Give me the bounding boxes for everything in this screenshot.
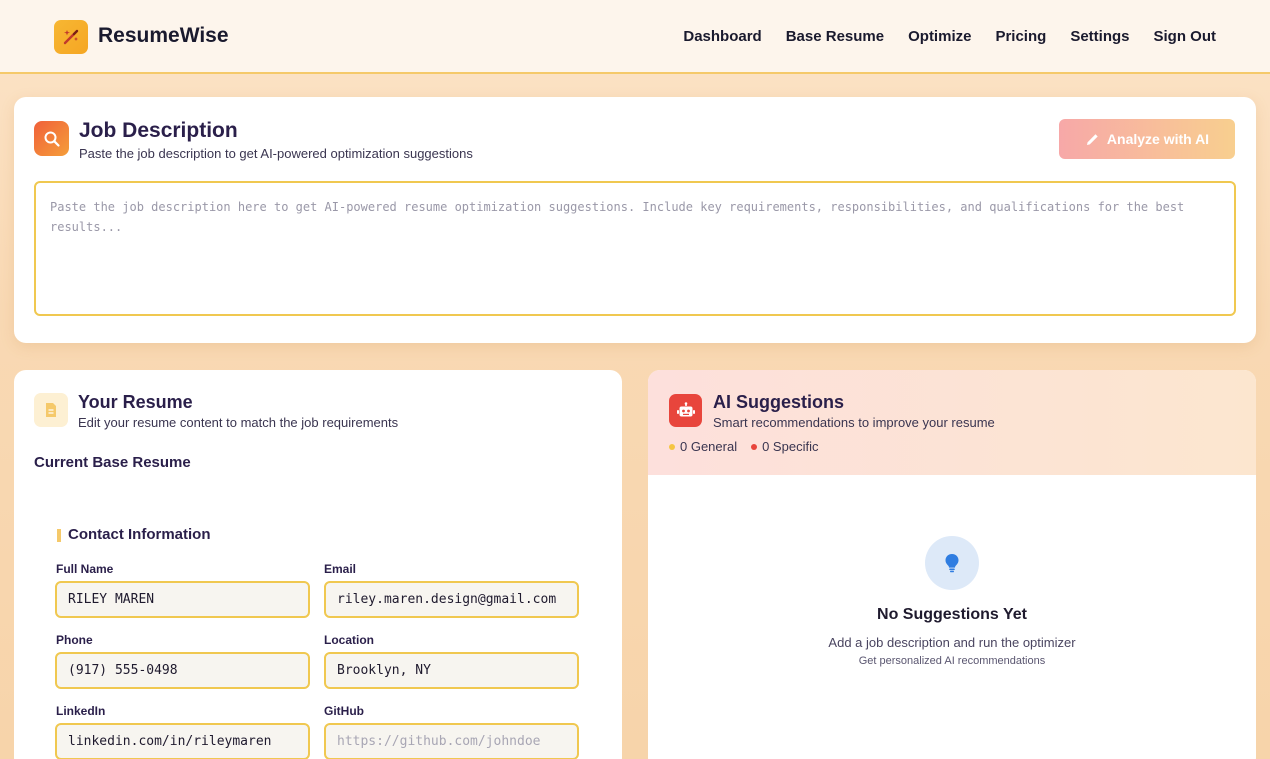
document-icon <box>34 393 68 427</box>
general-count: 0 General <box>669 439 737 454</box>
phone-input[interactable] <box>55 652 310 689</box>
lightbulb-icon <box>925 536 979 590</box>
suggestion-counts: 0 General 0 Specific <box>669 439 818 454</box>
top-header: ResumeWise Dashboard Base Resume Optimiz… <box>0 0 1270 74</box>
email-label: Email <box>324 562 357 576</box>
job-description-title: Job Description <box>79 119 238 142</box>
general-dot <box>669 443 675 450</box>
github-input[interactable] <box>324 723 579 759</box>
nav-base-resume[interactable]: Base Resume <box>786 28 884 45</box>
github-label: GitHub <box>324 704 364 718</box>
ai-suggestions-title: AI Suggestions <box>713 392 845 412</box>
nav-dashboard[interactable]: Dashboard <box>683 28 761 45</box>
analyze-button-label: Analyze with AI <box>1106 131 1210 147</box>
email-input[interactable] <box>324 581 579 618</box>
search-icon <box>34 121 69 156</box>
your-resume-card: Your Resume Edit your resume content to … <box>14 370 622 759</box>
full-name-label: Full Name <box>56 562 114 576</box>
general-count-label: 0 General <box>680 439 738 454</box>
no-suggestions-note: Get personalized AI recommendations <box>858 655 1046 667</box>
job-description-input[interactable] <box>34 181 1236 316</box>
contact-information-heading: Contact Information <box>68 526 211 543</box>
your-resume-subtitle: Edit your resume content to match the jo… <box>78 415 399 430</box>
ai-suggestions-card: AI Suggestions Smart recommendations to … <box>648 370 1256 759</box>
brand-name[interactable]: ResumeWise <box>98 24 229 48</box>
specific-count: 0 Specific <box>751 439 818 454</box>
ai-suggestions-subtitle: Smart recommendations to improve your re… <box>713 415 995 430</box>
magic-wand-icon[interactable] <box>54 20 88 54</box>
no-suggestions-title: No Suggestions Yet <box>877 606 1027 623</box>
nav-sign-out[interactable]: Sign Out <box>1154 28 1217 45</box>
ai-suggestions-header: AI Suggestions Smart recommendations to … <box>648 370 1256 475</box>
specific-dot <box>751 443 758 450</box>
full-name-input[interactable] <box>55 581 310 618</box>
linkedin-label: LinkedIn <box>56 704 106 718</box>
analyze-with-ai-button[interactable]: Analyze with AI <box>1059 119 1235 159</box>
location-input[interactable] <box>324 652 579 689</box>
nav-pricing[interactable]: Pricing <box>995 28 1046 45</box>
job-description-subtitle: Paste the job description to get AI-powe… <box>79 146 473 161</box>
specific-count-label: 0 Specific <box>762 439 819 454</box>
your-resume-title: Your Resume <box>78 392 193 412</box>
main-nav: Dashboard Base Resume Optimize Pricing S… <box>683 28 1216 45</box>
pencil-icon <box>1086 133 1098 145</box>
nav-optimize[interactable]: Optimize <box>908 28 971 45</box>
robot-icon <box>669 394 702 427</box>
job-description-card: Job Description Paste the job descriptio… <box>14 97 1256 343</box>
phone-label: Phone <box>56 633 93 647</box>
nav-settings[interactable]: Settings <box>1070 28 1129 45</box>
current-base-resume-heading: Current Base Resume <box>34 454 191 471</box>
section-marker <box>57 529 61 542</box>
linkedin-input[interactable] <box>55 723 310 759</box>
location-label: Location <box>324 633 374 647</box>
no-suggestions-subtitle: Add a job description and run the optimi… <box>828 635 1076 650</box>
